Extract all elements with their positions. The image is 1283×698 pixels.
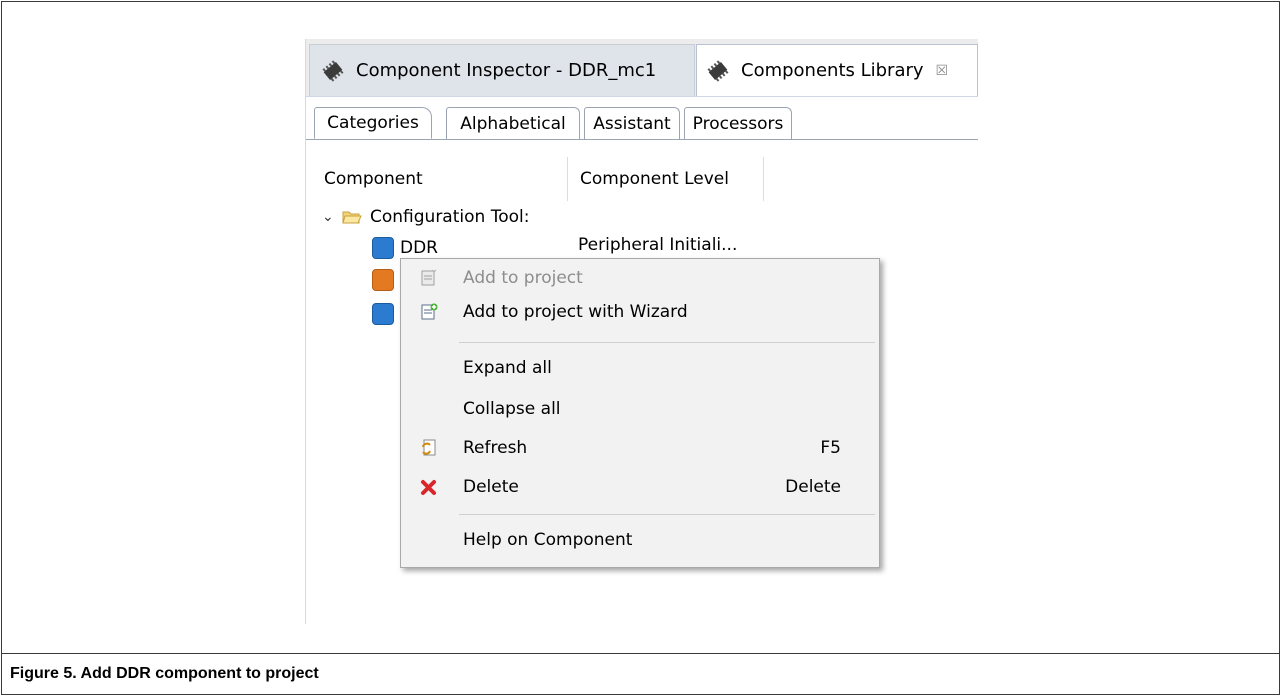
tab-assistant[interactable]: Assistant: [584, 107, 680, 139]
chip-icon: [707, 59, 729, 82]
menu-item-delete[interactable]: Delete Delete: [401, 470, 879, 504]
menu-item-label: Delete: [463, 477, 519, 497]
tree-folder-configuration-tools[interactable]: ⌄ Configuration Tool:: [322, 204, 529, 230]
menu-separator: [459, 514, 875, 515]
tree-item-label: DDR: [400, 238, 438, 258]
tree-item-level: Peripheral Initiali...: [578, 235, 738, 255]
add-with-wizard-icon: [419, 302, 439, 322]
menu-item-expand-all[interactable]: Expand all: [401, 351, 879, 385]
menu-item-label: Add to project with Wizard: [463, 302, 688, 322]
folder-open-icon: [342, 211, 362, 223]
add-to-project-icon: [419, 268, 439, 288]
menu-separator: [459, 342, 875, 343]
tab-label: Components Library: [741, 60, 924, 81]
delete-icon: [419, 477, 439, 497]
menu-item-label: Collapse all: [463, 399, 561, 419]
menu-item-refresh[interactable]: Refresh F5: [401, 431, 879, 465]
view-tab-strip: Component Inspector - DDR_mc1 Components…: [306, 39, 978, 97]
shortcut-label: Delete: [785, 477, 841, 497]
figure-frame: Component Inspector - DDR_mc1 Components…: [1, 1, 1280, 695]
tab-component-inspector[interactable]: Component Inspector - DDR_mc1: [309, 44, 695, 96]
menu-item-label: Refresh: [463, 438, 528, 458]
tree-folder-label: Configuration Tool:: [370, 207, 530, 227]
context-menu: Add to project Add to project with Wizar…: [400, 258, 880, 568]
tab-processors[interactable]: Processors: [684, 107, 792, 139]
menu-item-label: Add to project: [463, 268, 583, 288]
figure-caption: Figure 5. Add DDR component to project: [2, 653, 1279, 694]
component-icon: [372, 237, 394, 259]
menu-item-collapse-all[interactable]: Collapse all: [401, 392, 879, 426]
menu-item-label: Expand all: [463, 358, 552, 378]
tab-alphabetical[interactable]: Alphabetical: [446, 107, 580, 139]
category-tabs: Categories Alphabetical Assistant Proces…: [306, 97, 978, 140]
column-header-component-level[interactable]: Component Level: [568, 157, 764, 201]
menu-item-help-on-component[interactable]: Help on Component: [401, 523, 879, 557]
tab-categories[interactable]: Categories: [314, 107, 432, 139]
component-icon: [372, 269, 394, 291]
refresh-icon: [419, 438, 439, 458]
tab-components-library[interactable]: Components Library ☒: [696, 44, 978, 96]
chevron-down-icon[interactable]: ⌄: [322, 209, 336, 225]
menu-item-label: Help on Component: [463, 530, 633, 550]
column-header-component[interactable]: Component: [316, 157, 568, 201]
tab-label: Component Inspector - DDR_mc1: [356, 60, 657, 81]
chip-icon: [322, 59, 344, 82]
close-icon[interactable]: ☒: [936, 63, 949, 79]
menu-item-add-with-wizard[interactable]: Add to project with Wizard: [401, 295, 879, 329]
component-icon: [372, 303, 394, 325]
menu-item-add-to-project[interactable]: Add to project: [401, 261, 879, 295]
shortcut-label: F5: [820, 438, 841, 458]
